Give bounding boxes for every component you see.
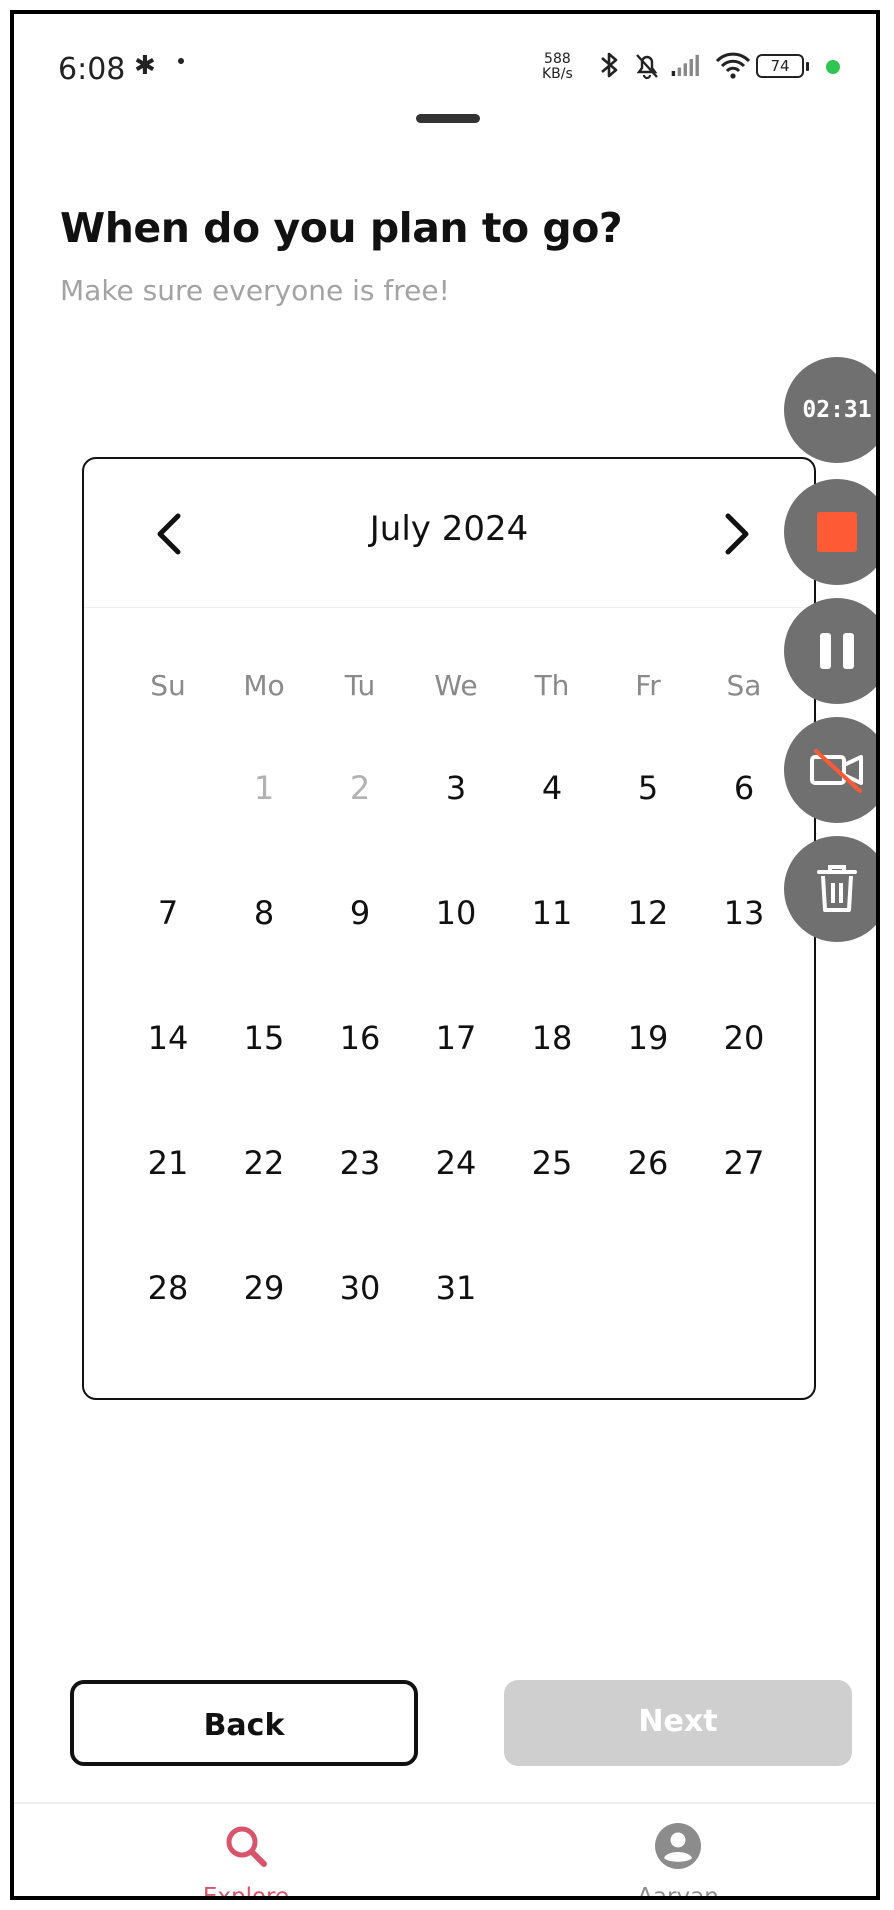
calendar-day[interactable]: 24 <box>408 1129 504 1254</box>
notification-dot <box>178 58 184 64</box>
calendar-day[interactable]: 10 <box>408 879 504 1004</box>
weekday-label: Th <box>534 669 570 702</box>
trash-icon <box>817 865 857 912</box>
date-picker-calendar: July 2024 Su Mo Tu We Th Fr Sa 123456789… <box>82 457 816 1400</box>
calendar-day: 1 <box>253 769 275 807</box>
calendar-day[interactable]: 7 <box>120 879 216 1004</box>
camera-toggle-button[interactable] <box>784 717 876 823</box>
calendar-day[interactable]: 9 <box>312 879 408 1004</box>
calendar-day[interactable]: 28 <box>120 1254 216 1379</box>
calendar-month-label: July 2024 <box>369 509 529 549</box>
battery-icon: 74 <box>756 54 809 78</box>
calendar-day[interactable]: 12 <box>600 879 696 1004</box>
calendar-days-grid: 1 2 3 4 5 6 7 8 9 10 11 12 13 14 15 16 17 18 19 20 21 22 23 24 2… <box>120 754 792 1379</box>
nav-item-profile[interactable]: Aaryan <box>528 1804 828 1900</box>
nav-label-profile: Aaryan <box>637 1884 719 1900</box>
bottom-navigation: Explore Aaryan <box>14 1802 876 1900</box>
calendar-day[interactable]: 30 <box>312 1254 408 1379</box>
wifi-icon <box>715 52 751 79</box>
calendar-day-empty <box>504 1254 600 1379</box>
calendar-day[interactable]: 6 <box>696 754 792 879</box>
stop-recording-button[interactable] <box>784 479 876 585</box>
calendar-day[interactable]: 13 <box>696 879 792 1004</box>
nav-item-explore[interactable]: Explore <box>96 1804 396 1900</box>
calendar-header: July 2024 <box>84 459 814 608</box>
pause-recording-button[interactable] <box>784 598 876 704</box>
weekday-label: Tu <box>344 669 376 702</box>
weekday-label: Su <box>150 669 186 702</box>
network-speed-value: 588 <box>544 51 571 67</box>
recording-timer-text: 02:31 <box>802 397 872 423</box>
network-speed-unit: KB/s <box>542 66 573 82</box>
status-bar: 6:08 ✱ 588 KB/s 74 <box>14 14 876 134</box>
calendar-day[interactable]: 16 <box>312 1004 408 1129</box>
calendar-day[interactable]: 21 <box>120 1129 216 1254</box>
calendar-day-empty <box>600 1254 696 1379</box>
calendar-day[interactable]: 18 <box>504 1004 600 1129</box>
camera-active-dot <box>826 60 840 74</box>
page-subtitle: Make sure everyone is free! <box>60 274 450 307</box>
account-icon <box>655 1823 701 1869</box>
next-button[interactable]: Next <box>504 1680 852 1766</box>
calendar-day-empty <box>696 1254 792 1379</box>
calendar-day-empty <box>120 754 216 879</box>
bluetooth-icon <box>601 52 618 78</box>
bell-muted-icon <box>636 54 658 80</box>
calendar-day[interactable]: 4 <box>504 754 600 879</box>
search-icon <box>226 1826 267 1867</box>
nav-label-explore: Explore <box>202 1884 290 1900</box>
calendar-day[interactable]: 22 <box>216 1129 312 1254</box>
recording-timer[interactable]: 02:31 <box>784 357 876 463</box>
discard-recording-button[interactable] <box>784 836 876 942</box>
calendar-day[interactable]: 23 <box>312 1129 408 1254</box>
calendar-day[interactable]: 27 <box>696 1129 792 1254</box>
calendar-day[interactable]: 5 <box>600 754 696 879</box>
calendar-day[interactable]: 31 <box>408 1254 504 1379</box>
bluetooth-icon: ✱ <box>134 51 156 81</box>
weekday-header-row: Su Mo Tu We Th Fr Sa <box>120 669 792 702</box>
weekday-label: Fr <box>635 669 661 702</box>
weekday-label: We <box>434 669 478 702</box>
calendar-day: 2 <box>349 769 371 807</box>
chevron-right-icon <box>725 513 749 555</box>
pause-icon <box>820 633 854 669</box>
calendar-day[interactable]: 15 <box>216 1004 312 1129</box>
calendar-day[interactable]: 25 <box>504 1129 600 1254</box>
calendar-day[interactable]: 19 <box>600 1004 696 1129</box>
sheet-drag-handle[interactable] <box>416 114 480 123</box>
calendar-day[interactable]: 26 <box>600 1129 696 1254</box>
calendar-day[interactable]: 11 <box>504 879 600 1004</box>
weekday-label: Sa <box>726 669 762 702</box>
calendar-day[interactable]: 29 <box>216 1254 312 1379</box>
next-month-button[interactable] <box>712 509 760 559</box>
network-speed: 588 KB/s <box>542 52 573 82</box>
status-time: 6:08 <box>58 52 126 87</box>
calendar-day[interactable]: 14 <box>120 1004 216 1129</box>
back-button[interactable]: Back <box>70 1680 418 1766</box>
calendar-day[interactable]: 8 <box>216 879 312 1004</box>
app-screen: 6:08 ✱ 588 KB/s 74 When do you plan to g… <box>10 10 880 1900</box>
signal-icon <box>671 54 699 77</box>
weekday-label: Mo <box>243 669 285 702</box>
calendar-day[interactable]: 17 <box>408 1004 504 1129</box>
page-title: When do you plan to go? <box>60 204 623 252</box>
camera-off-icon <box>810 749 863 793</box>
stop-icon <box>817 512 857 552</box>
calendar-day[interactable]: 20 <box>696 1004 792 1129</box>
calendar-day[interactable]: 3 <box>408 754 504 879</box>
